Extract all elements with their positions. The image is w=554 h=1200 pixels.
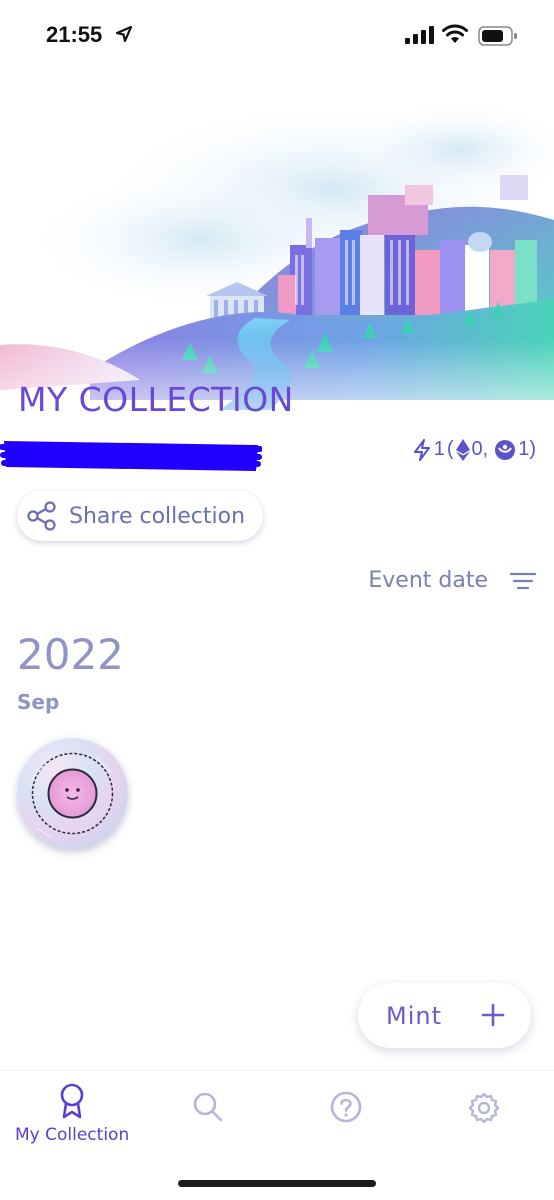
mint-label: Mint <box>386 1001 442 1030</box>
home-indicator <box>178 1180 376 1187</box>
poap-badge[interactable] <box>17 738 128 849</box>
share-icon <box>27 501 56 531</box>
group-month: Sep <box>17 690 60 714</box>
location-arrow-icon <box>115 25 133 43</box>
page-title: MY COLLECTION <box>18 380 294 419</box>
redacted-name-scribble <box>0 441 262 471</box>
sort-label: Event date <box>368 568 488 593</box>
cellular-signal-icon <box>405 26 434 44</box>
status-bar: 21:55 <box>0 0 554 70</box>
mint-button[interactable]: Mint <box>358 983 531 1048</box>
share-collection-label: Share collection <box>69 503 246 529</box>
group-year: 2022 <box>17 630 124 679</box>
tab-help[interactable] <box>330 1091 362 1123</box>
lightning-icon <box>413 438 430 461</box>
award-ribbon-icon <box>60 1083 84 1119</box>
help-circle-icon <box>330 1091 362 1123</box>
tab-my-collection[interactable]: My Collection <box>15 1083 129 1145</box>
tab-search[interactable] <box>192 1091 224 1123</box>
search-icon <box>193 1092 223 1122</box>
stats-gnosis: 1) <box>518 438 536 460</box>
stats-total: 1 <box>433 438 445 460</box>
sort-lines-icon <box>510 572 536 589</box>
sort-control[interactable]: Event date <box>368 568 536 593</box>
tab-settings[interactable] <box>467 1091 501 1125</box>
battery-icon <box>478 26 517 46</box>
ethereum-icon <box>455 438 470 461</box>
wifi-icon <box>442 24 468 43</box>
status-time: 21:55 <box>46 22 103 47</box>
tab-my-collection-label: My Collection <box>15 1125 130 1145</box>
gnosis-icon <box>495 439 516 460</box>
collection-stats: 1 ( 0, 1) <box>412 438 536 461</box>
stats-open: ( <box>446 438 454 460</box>
plus-icon <box>481 1003 505 1027</box>
gear-icon <box>468 1092 500 1124</box>
share-collection-button[interactable]: Share collection <box>17 491 263 541</box>
stats-eth: 0, <box>471 438 489 460</box>
